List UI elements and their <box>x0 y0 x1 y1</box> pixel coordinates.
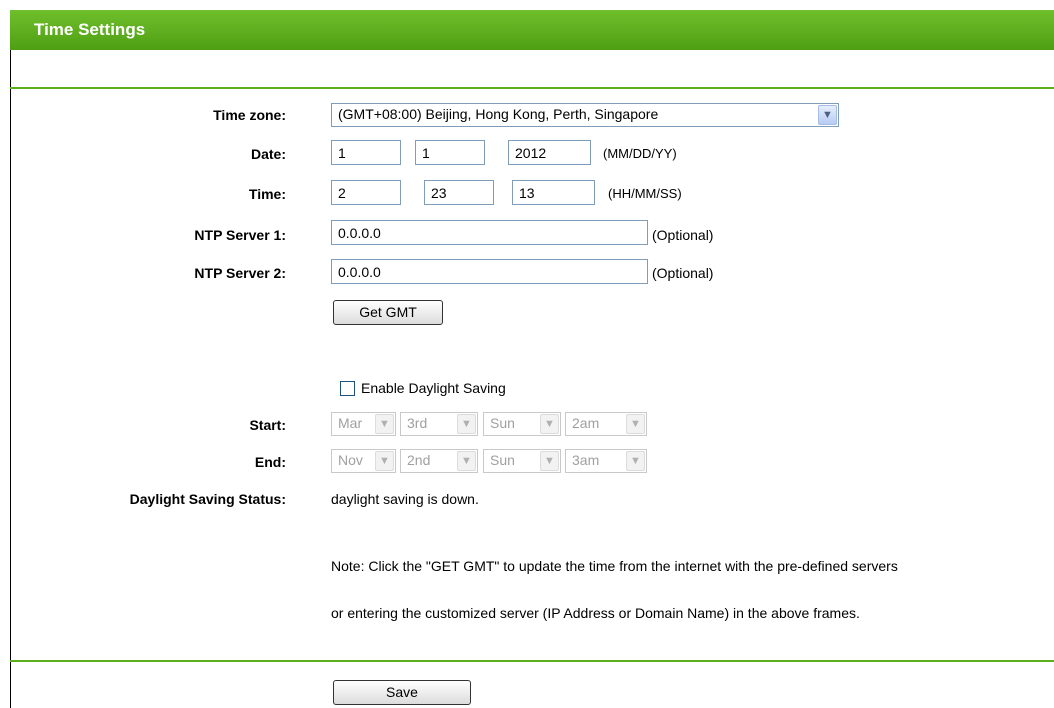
start-label: Start: <box>249 417 286 433</box>
end-month-value: Nov <box>338 452 363 468</box>
time-zone-value: (GMT+08:00) Beijing, Hong Kong, Perth, S… <box>338 106 659 122</box>
time-hour-input[interactable] <box>331 180 401 205</box>
chevron-down-icon: ▼ <box>540 414 559 434</box>
chevron-down-icon: ▼ <box>626 451 645 471</box>
date-day-input[interactable] <box>415 140 485 165</box>
ntp-server-1-input[interactable] <box>331 220 648 245</box>
end-day-value: Sun <box>490 452 515 468</box>
save-button[interactable]: Save <box>333 680 471 705</box>
time-label: Time: <box>248 186 286 202</box>
time-format-hint: (HH/MM/SS) <box>608 186 682 201</box>
chevron-down-icon: ▼ <box>375 451 394 471</box>
start-hour-value: 2am <box>572 415 600 431</box>
date-format-hint: (MM/DD/YY) <box>603 146 677 161</box>
time-minute-input[interactable] <box>424 180 494 205</box>
daylight-status-value: daylight saving is down. <box>331 491 479 507</box>
date-month-input[interactable] <box>331 140 401 165</box>
ntp-server-2-input[interactable] <box>331 259 648 284</box>
header-bar: Time Settings <box>10 10 1054 50</box>
top-divider <box>10 87 1054 89</box>
chevron-down-icon: ▼ <box>375 414 394 434</box>
end-label: End: <box>254 454 286 470</box>
start-day-select[interactable]: Sun ▼ <box>483 412 561 436</box>
time-zone-label: Time zone: <box>213 107 286 123</box>
chevron-down-icon: ▼ <box>818 105 837 125</box>
end-day-select[interactable]: Sun ▼ <box>483 449 561 473</box>
ntp-server-2-label: NTP Server 2: <box>194 265 286 281</box>
end-week-value: 2nd <box>407 452 431 468</box>
ntp-server-1-hint: (Optional) <box>652 227 714 243</box>
page-title: Time Settings <box>34 20 146 39</box>
date-label: Date: <box>250 146 286 162</box>
start-day-value: Sun <box>490 415 515 431</box>
note-line-2: or entering the customized server (IP Ad… <box>331 605 860 621</box>
start-week-select[interactable]: 3rd ▼ <box>400 412 478 436</box>
ntp-server-2-hint: (Optional) <box>652 265 714 281</box>
end-hour-select[interactable]: 3am ▼ <box>565 449 647 473</box>
daylight-status-label: Daylight Saving Status: <box>129 491 286 507</box>
time-zone-select[interactable]: (GMT+08:00) Beijing, Hong Kong, Perth, S… <box>331 103 839 127</box>
daylight-saving-label: Enable Daylight Saving <box>361 380 506 396</box>
chevron-down-icon: ▼ <box>626 414 645 434</box>
start-hour-select[interactable]: 2am ▼ <box>565 412 647 436</box>
end-week-select[interactable]: 2nd ▼ <box>400 449 478 473</box>
note-line-1: Note: Click the "GET GMT" to update the … <box>331 558 898 574</box>
bottom-divider <box>10 660 1054 662</box>
chevron-down-icon: ▼ <box>457 451 476 471</box>
get-gmt-button[interactable]: Get GMT <box>333 300 443 325</box>
date-year-input[interactable] <box>508 140 591 165</box>
chevron-down-icon: ▼ <box>540 451 559 471</box>
ntp-server-1-label: NTP Server 1: <box>194 227 286 243</box>
end-month-select[interactable]: Nov ▼ <box>331 449 396 473</box>
daylight-saving-checkbox[interactable] <box>340 381 355 396</box>
start-month-value: Mar <box>338 415 363 431</box>
start-week-value: 3rd <box>407 415 428 431</box>
end-hour-value: 3am <box>572 452 600 468</box>
start-month-select[interactable]: Mar ▼ <box>331 412 396 436</box>
time-second-input[interactable] <box>512 180 595 205</box>
chevron-down-icon: ▼ <box>457 414 476 434</box>
